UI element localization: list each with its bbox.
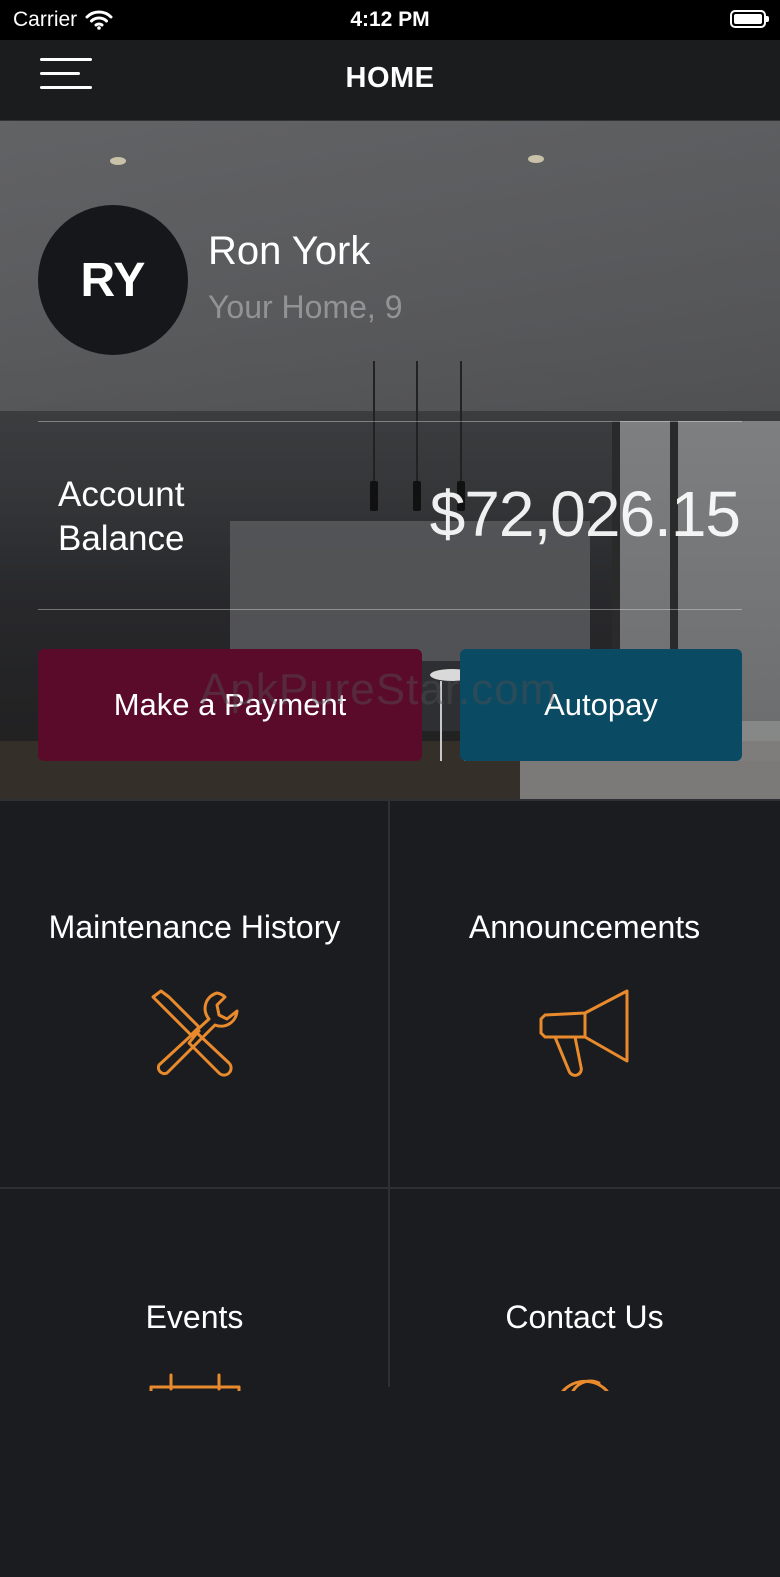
make-payment-button[interactable]: Make a Payment [38, 649, 422, 761]
avatar: RY [38, 205, 188, 355]
balance-label: Account Balance [58, 475, 185, 558]
chat-icon [561, 1379, 608, 1391]
balance-amount: $72,026.15 [429, 478, 741, 550]
calendar-icon [149, 1373, 240, 1391]
tile-contact-us[interactable]: Contact Us [390, 1189, 779, 1577]
wrench-screwdriver-icon [151, 989, 238, 1077]
tile-label: Announcements [468, 909, 701, 945]
battery-icon [730, 10, 769, 28]
divider-top [38, 421, 742, 422]
status-time: 4:12 PM [350, 8, 430, 31]
tile-announcements[interactable]: Announcements [390, 799, 779, 1187]
feature-grid: Maintenance History Announcements Events [0, 799, 780, 1577]
status-bar: Carrier 4:12 PM [0, 0, 780, 40]
tile-label: Contact Us [505, 1299, 664, 1335]
divider-bottom [38, 609, 742, 610]
megaphone-icon [539, 989, 628, 1077]
tile-label: Events [145, 1299, 244, 1335]
account-hero: RY Ron York Your Home, 9 Account Balance… [0, 121, 780, 799]
tile-maintenance-history[interactable]: Maintenance History [0, 799, 389, 1187]
user-name: Ron York [208, 229, 371, 273]
page-title: HOME [345, 62, 435, 94]
nav-bar: HOME [0, 40, 780, 121]
autopay-button[interactable]: Autopay [460, 649, 742, 761]
tile-label: Maintenance History [48, 909, 341, 945]
user-home: Your Home, 9 [208, 289, 403, 325]
tile-events[interactable]: Events [0, 1189, 389, 1577]
